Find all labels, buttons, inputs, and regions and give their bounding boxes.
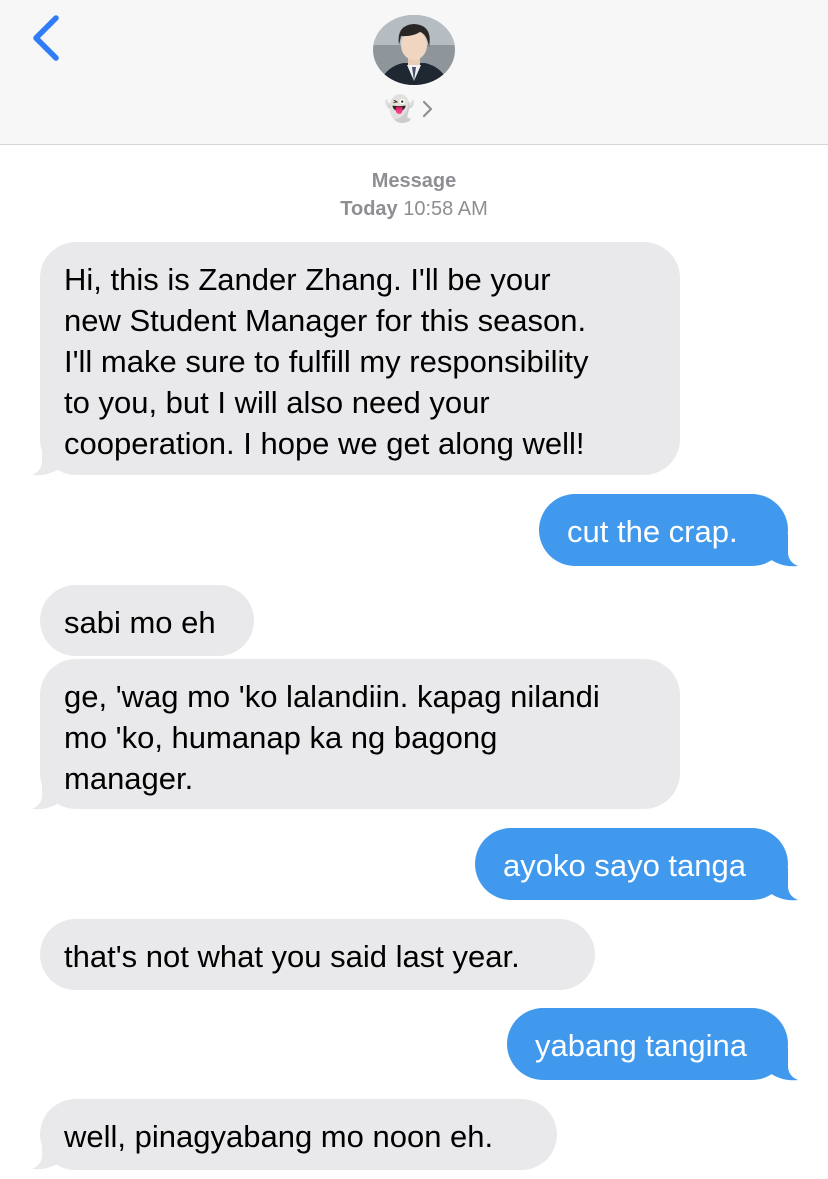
message-line: ge, 'wag mo 'ko lalandiin. kapag nilandi [64, 679, 600, 714]
message-line: that's not what you said last year. [64, 939, 520, 974]
message-line: I'll make sure to fulfill my responsibil… [64, 344, 589, 379]
contact-avatar[interactable] [373, 15, 455, 85]
outgoing-message-bubble[interactable]: ayoko sayo tanga [475, 828, 788, 900]
incoming-message-bubble[interactable]: Hi, this is Zander Zhang. I'll be your n… [40, 242, 680, 475]
incoming-message-bubble[interactable]: well, pinagyabang mo noon eh. [40, 1099, 557, 1170]
chevron-right-icon [423, 100, 433, 118]
back-button[interactable] [26, 14, 70, 64]
message-line: new Student Manager for this season. [64, 303, 587, 338]
incoming-message-bubble[interactable]: sabi mo eh [40, 585, 254, 656]
message-line: mo 'ko, humanap ka ng bagong [64, 720, 498, 755]
contact-name-button[interactable]: 👻 [384, 92, 454, 126]
incoming-message-bubble[interactable]: ge, 'wag mo 'ko lalandiin. kapag nilandi… [40, 659, 680, 809]
outgoing-message-bubble[interactable]: yabang tangina [507, 1008, 788, 1080]
message-line: cooperation. I hope we get along well! [64, 426, 585, 461]
message-line: to you, but I will also need your [64, 385, 490, 420]
timestamp-time: 10:58 AM [403, 198, 488, 220]
conversation-header: 👻 [0, 0, 828, 145]
outgoing-message-bubble[interactable]: cut the crap. [539, 494, 788, 566]
chevron-left-icon [33, 15, 59, 61]
service-label: Message [371, 170, 457, 192]
message-line: manager. [64, 761, 194, 796]
ghost-emoji-icon: 👻 [384, 94, 416, 123]
timestamp: Today 10:58 AM [0, 198, 828, 221]
incoming-message-bubble[interactable]: that's not what you said last year. [40, 919, 595, 990]
message-line: Hi, this is Zander Zhang. I'll be your [64, 262, 551, 297]
avatar-photo [373, 15, 455, 85]
message-line: cut the crap. [567, 514, 738, 549]
timestamp-day: Today [340, 198, 398, 220]
message-line: ayoko sayo tanga [503, 848, 747, 883]
message-line: sabi mo eh [64, 605, 216, 640]
message-line: yabang tangina [535, 1028, 748, 1063]
message-line: well, pinagyabang mo noon eh. [64, 1119, 494, 1154]
